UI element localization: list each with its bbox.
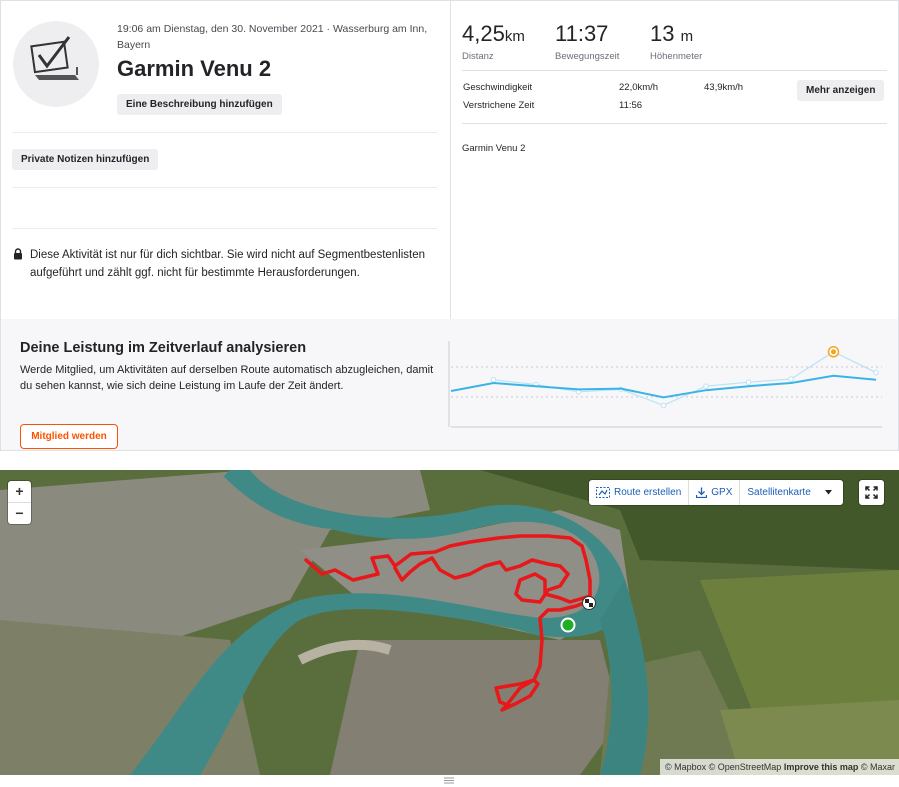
- stat-distance: 4,25km Distanz: [462, 19, 525, 62]
- attribution-mapbox[interactable]: © Mapbox: [665, 762, 706, 772]
- route-icon: [596, 487, 610, 498]
- activity-stats: 4,25km Distanz 11:37 Bewegungszeit 13 m …: [451, 1, 899, 320]
- attribution-maxar[interactable]: © Maxar: [861, 762, 895, 772]
- chart-series-line: [450, 374, 877, 399]
- create-route-label: Route erstellen: [614, 487, 682, 498]
- caret-down-icon: [824, 490, 832, 495]
- stat-value: 11:37: [555, 21, 609, 46]
- stat-unit: m: [680, 28, 694, 45]
- performance-upsell: Deine Leistung im Zeitverlauf analysiere…: [0, 319, 899, 451]
- speed-label: Geschwindigkeit: [463, 82, 533, 93]
- stat-unit: km: [504, 28, 525, 45]
- stat-label: Höhenmeter: [650, 51, 703, 62]
- gpx-download-button[interactable]: GPX: [689, 480, 741, 505]
- stat-value: 13: [650, 21, 675, 46]
- resize-handle-icon[interactable]: [443, 776, 455, 784]
- lock-icon: [14, 248, 22, 260]
- create-route-button[interactable]: Route erstellen: [589, 480, 690, 505]
- device-name: Garmin Venu 2: [462, 143, 526, 154]
- add-description-button[interactable]: Eine Beschreibung hinzufügen: [117, 94, 282, 115]
- finish-flag-icon[interactable]: [582, 596, 596, 610]
- divider: [12, 132, 437, 133]
- chart-point: [660, 402, 667, 409]
- zoom-out-button[interactable]: −: [8, 502, 31, 523]
- download-icon: [696, 487, 708, 498]
- activity-checkbox-icon: [30, 36, 79, 80]
- map-attribution: © Mapbox © OpenStreetMap Improve this ma…: [659, 759, 899, 775]
- activity-title[interactable]: Garmin Venu 2: [117, 56, 271, 82]
- stat-elevation: 13 m Höhenmeter: [650, 19, 702, 62]
- divider: [462, 70, 887, 71]
- divider: [12, 228, 437, 229]
- gpx-label: GPX: [711, 487, 733, 498]
- stat-value: 4,25: [462, 21, 505, 46]
- chart-point: [703, 383, 709, 390]
- stat-label: Distanz: [462, 51, 494, 62]
- avatar[interactable]: [13, 21, 99, 107]
- divider: [462, 123, 887, 124]
- activity-meta: 19:06 am Dienstag, den 30. November 2021…: [117, 23, 428, 51]
- privacy-notice: Diese Aktivität ist nur für dich sichtba…: [30, 249, 426, 279]
- zoom-control: + −: [8, 481, 31, 524]
- start-marker-icon[interactable]: [560, 617, 576, 633]
- route-line: [304, 534, 592, 712]
- speed-avg-value: 22,0km/h: [619, 82, 659, 93]
- expand-icon: [865, 486, 878, 499]
- map-toolbar: Route erstellen GPX Satellitenkarte: [589, 480, 843, 505]
- speed-max-value: 43,9km/h: [704, 82, 744, 93]
- add-private-notes-button[interactable]: Private Notizen hinzufügen: [12, 149, 159, 170]
- fullscreen-button[interactable]: [859, 480, 884, 505]
- route-overlay: [304, 534, 596, 712]
- route-map[interactable]: + − Route erstellen GPX Satellitenkarte: [0, 470, 899, 775]
- attribution-osm[interactable]: © OpenStreetMap: [709, 762, 782, 772]
- activity-card: 19:06 am Dienstag, den 30. November 2021…: [0, 0, 899, 320]
- map-layer-dropdown[interactable]: Satellitenkarte: [740, 480, 842, 505]
- attribution-improve-link[interactable]: Improve this map: [784, 762, 859, 772]
- zoom-in-button[interactable]: +: [8, 481, 31, 502]
- upsell-text: Werde Mitglied, um Aktivitäten auf derse…: [20, 364, 434, 392]
- elapsed-time-value: 11:56: [619, 100, 643, 111]
- chart-point: [745, 379, 752, 386]
- map-layer-label: Satellitenkarte: [747, 487, 811, 498]
- stat-label: Bewegungszeit: [555, 51, 620, 62]
- upsell-title: Deine Leistung im Zeitverlauf analysiere…: [20, 340, 307, 356]
- activity-summary: 19:06 am Dienstag, den 30. November 2021…: [1, 1, 451, 320]
- stat-moving-time: 11:37 Bewegungszeit: [555, 19, 619, 62]
- chart-point: [873, 369, 879, 376]
- become-member-button[interactable]: Mitglied werden: [20, 424, 118, 449]
- show-more-button[interactable]: Mehr anzeigen: [797, 80, 885, 101]
- performance-chart: [448, 341, 882, 428]
- chart-point: [788, 376, 794, 382]
- elapsed-time-label: Verstrichene Zeit: [463, 100, 535, 111]
- divider: [12, 187, 437, 188]
- chart-highlight-dot: [831, 349, 836, 355]
- chart-point: [490, 377, 497, 383]
